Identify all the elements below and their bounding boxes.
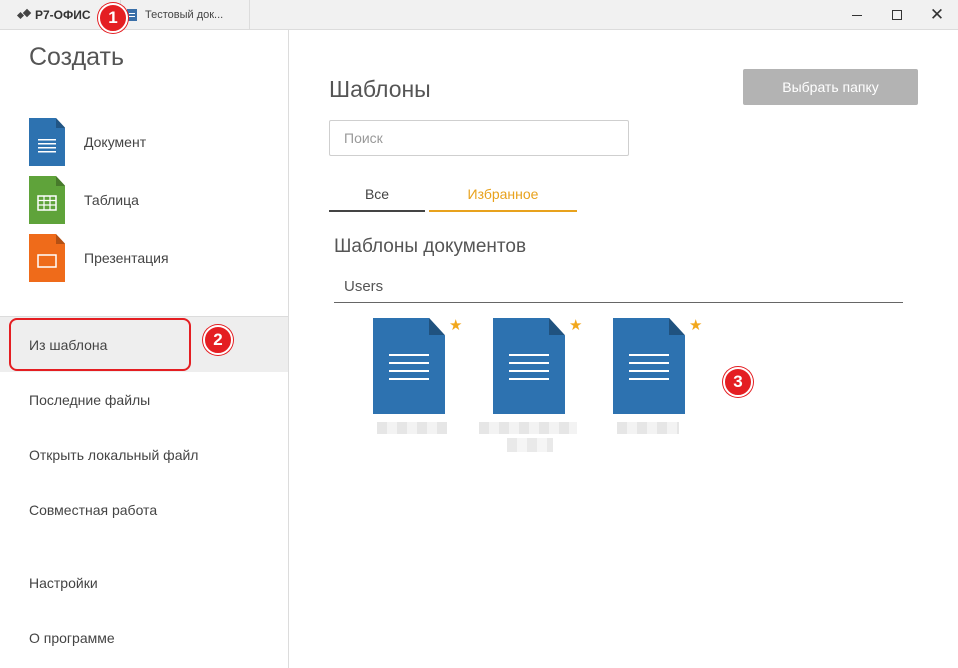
app-brand[interactable]: Р7-ОФИС [16, 0, 91, 30]
annotation-badge-3: 3 [723, 367, 753, 397]
document-template-icon [493, 318, 565, 414]
sidebar-item-label: О программе [29, 629, 115, 646]
create-document-button[interactable]: Документ [29, 118, 259, 166]
app-name: Р7-ОФИС [35, 8, 91, 22]
create-presentation-label: Презентация [84, 250, 169, 266]
group-divider [334, 302, 903, 303]
template-name-blurred [377, 422, 447, 434]
spreadsheet-icon [29, 176, 65, 224]
favorite-star-icon[interactable]: ★ [569, 316, 582, 334]
search-input[interactable] [329, 120, 629, 156]
create-title: Создать [29, 43, 125, 71]
tab-all[interactable]: Все [329, 177, 425, 212]
close-button[interactable]: ✕ [917, 0, 957, 30]
minimize-icon [852, 14, 862, 16]
favorite-star-icon[interactable]: ★ [689, 316, 702, 334]
section-title: Шаблоны документов [334, 236, 527, 257]
create-presentation-button[interactable]: Презентация [29, 234, 259, 282]
template-name-blurred [617, 422, 679, 434]
template-card[interactable]: ★ [373, 316, 463, 458]
close-icon: ✕ [929, 4, 945, 25]
app-logo-icon [16, 8, 32, 19]
template-card[interactable]: ★ [613, 316, 703, 458]
sidebar-item-label: Совместная работа [29, 501, 158, 518]
sidebar-item-recent-files[interactable]: Последние файлы [0, 372, 288, 427]
document-tab[interactable]: Тестовый док... [120, 0, 250, 30]
sidebar-item-label: Настройки [29, 574, 98, 591]
sidebar-item-open-local-file[interactable]: Открыть локальный файл [0, 427, 288, 482]
annotation-badge-1: 1 [98, 3, 128, 33]
favorite-star-icon[interactable]: ★ [449, 316, 462, 334]
title-bar: Р7-ОФИС Тестовый док... ✕ [0, 0, 958, 30]
maximize-icon [892, 10, 902, 20]
choose-folder-button[interactable]: Выбрать папку [743, 69, 918, 105]
document-template-icon [613, 318, 685, 414]
tab-favorites[interactable]: Избранное [429, 177, 577, 212]
document-template-icon [373, 318, 445, 414]
sidebar-item-label: Открыть локальный файл [29, 446, 199, 463]
template-name-blurred [479, 422, 577, 434]
page-title: Шаблоны [329, 76, 431, 102]
sidebar-item-label: Последние файлы [29, 391, 151, 408]
sidebar-item-settings[interactable]: Настройки [0, 555, 288, 610]
document-tab-title: Тестовый док... [145, 9, 224, 21]
document-icon [29, 118, 65, 166]
annotation-badge-2: 2 [203, 325, 233, 355]
maximize-button[interactable] [877, 0, 917, 30]
sidebar-item-about[interactable]: О программе [0, 610, 288, 665]
presentation-icon [29, 234, 65, 282]
document-tab-icon [127, 9, 137, 21]
highlight-annotation [9, 318, 191, 371]
minimize-button[interactable] [837, 0, 877, 30]
template-card[interactable]: ★ [479, 316, 583, 458]
group-label: Users [344, 278, 384, 295]
create-spreadsheet-label: Таблица [84, 192, 139, 208]
create-document-label: Документ [84, 134, 147, 150]
template-name-blurred [507, 438, 553, 452]
sidebar-item-collaboration[interactable]: Совместная работа [0, 482, 288, 537]
create-spreadsheet-button[interactable]: Таблица [29, 176, 259, 224]
